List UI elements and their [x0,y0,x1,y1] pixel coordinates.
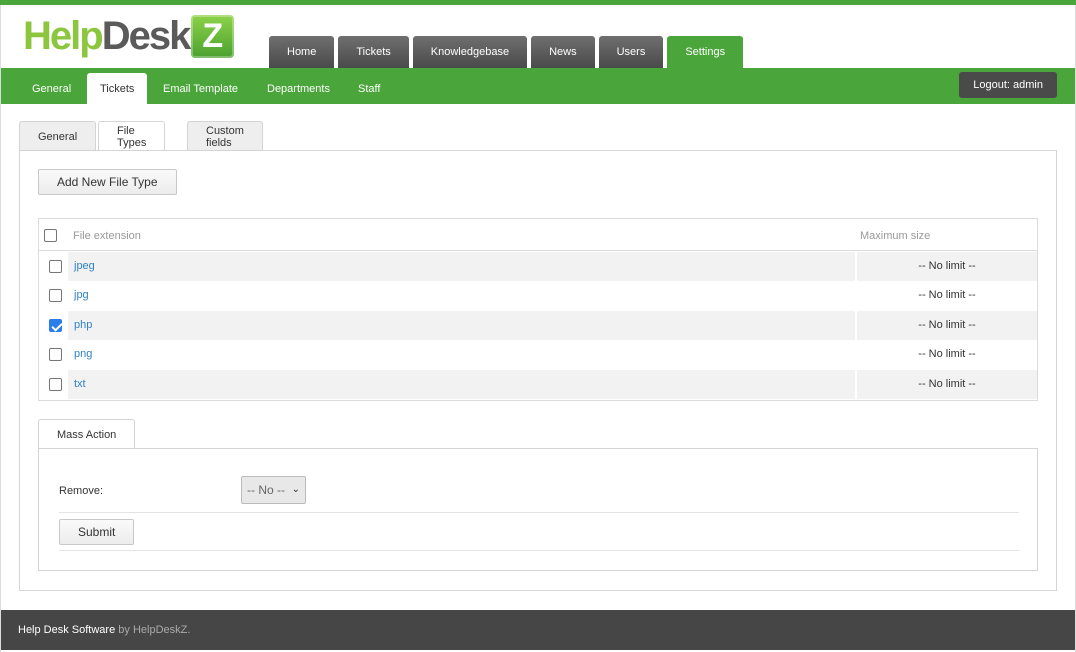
sub-nav-general[interactable]: General [19,73,84,104]
divider [59,550,1019,551]
max-size-value: -- No limit -- [918,289,976,301]
sub-nav-departments[interactable]: Departments [254,73,343,104]
footer-suffix: by HelpDeskZ. [115,624,191,636]
table-row: jpg -- No limit -- [39,281,1037,310]
main-nav-knowledgebase[interactable]: Knowledgebase [412,36,528,68]
max-size-value: -- No limit -- [918,319,976,331]
main-nav-news[interactable]: News [531,36,595,68]
column-header-maximum-size: Maximum size [860,230,931,242]
footer-link[interactable]: Help Desk Software [18,624,115,636]
table-row: txt -- No limit -- [39,370,1037,399]
table-header: File extension Maximum size [39,219,1037,251]
remove-select[interactable]: -- No -- ⌄ [241,476,306,504]
logout-button[interactable]: Logout: admin [959,72,1057,98]
row-checkbox[interactable] [49,319,62,332]
table-row: jpeg -- No limit -- [39,252,1037,281]
table-row: png -- No limit -- [39,340,1037,369]
sub-nav-email-template[interactable]: Email Template [150,73,251,104]
file-types-panel: Add New File Type File extension Maximum… [19,150,1057,591]
main-nav-tickets[interactable]: Tickets [338,36,409,68]
add-new-file-type-button[interactable]: Add New File Type [38,169,177,195]
logo[interactable]: HelpDesk Z [23,14,235,58]
file-extension-link[interactable]: jpeg [74,260,95,272]
file-types-table: File extension Maximum size jpeg -- No l… [38,218,1038,401]
select-all-checkbox[interactable] [44,229,57,242]
divider [59,512,1019,513]
file-extension-link[interactable]: jpg [74,289,89,301]
file-extension-link[interactable]: txt [74,378,86,390]
remove-label: Remove: [59,485,104,497]
logo-z-badge: Z [191,14,235,58]
top-accent-bar [0,0,1076,5]
file-extension-link[interactable]: png [74,348,92,360]
tab-general[interactable]: General [19,121,97,151]
tab-custom-fields[interactable]: Custom fields [187,121,263,151]
mass-action-panel: Remove: -- No -- ⌄ Submit [38,448,1038,571]
max-size-value: -- No limit -- [918,378,976,390]
tab-mass-action[interactable]: Mass Action [38,419,136,449]
sub-nav: General Tickets Email Template Departmen… [1,68,1075,104]
main-nav: Home Tickets Knowledgebase News Users Se… [269,36,744,68]
chevron-down-icon: ⌄ [291,484,300,495]
max-size-value: -- No limit -- [918,348,976,360]
tab-file-types[interactable]: File Types [98,121,166,152]
main-nav-users[interactable]: Users [598,36,664,68]
footer: Help Desk Software by HelpDeskZ. [1,610,1075,650]
row-checkbox[interactable] [49,348,62,361]
submit-button[interactable]: Submit [59,519,135,545]
logo-desk: Desk [101,14,192,58]
max-size-value: -- No limit -- [918,260,976,272]
logo-help: Help [23,14,104,58]
column-header-file-extension: File extension [73,230,141,242]
remove-select-value: -- No -- [247,483,285,497]
table-row: php -- No limit -- [39,311,1037,340]
row-checkbox[interactable] [49,260,62,273]
row-checkbox[interactable] [49,289,62,302]
sub-nav-tickets[interactable]: Tickets [87,73,148,104]
main-nav-home[interactable]: Home [269,36,335,68]
main-nav-settings[interactable]: Settings [667,36,744,68]
file-extension-link[interactable]: php [74,319,92,331]
row-checkbox[interactable] [49,378,62,391]
sub-nav-staff[interactable]: Staff [345,73,393,104]
